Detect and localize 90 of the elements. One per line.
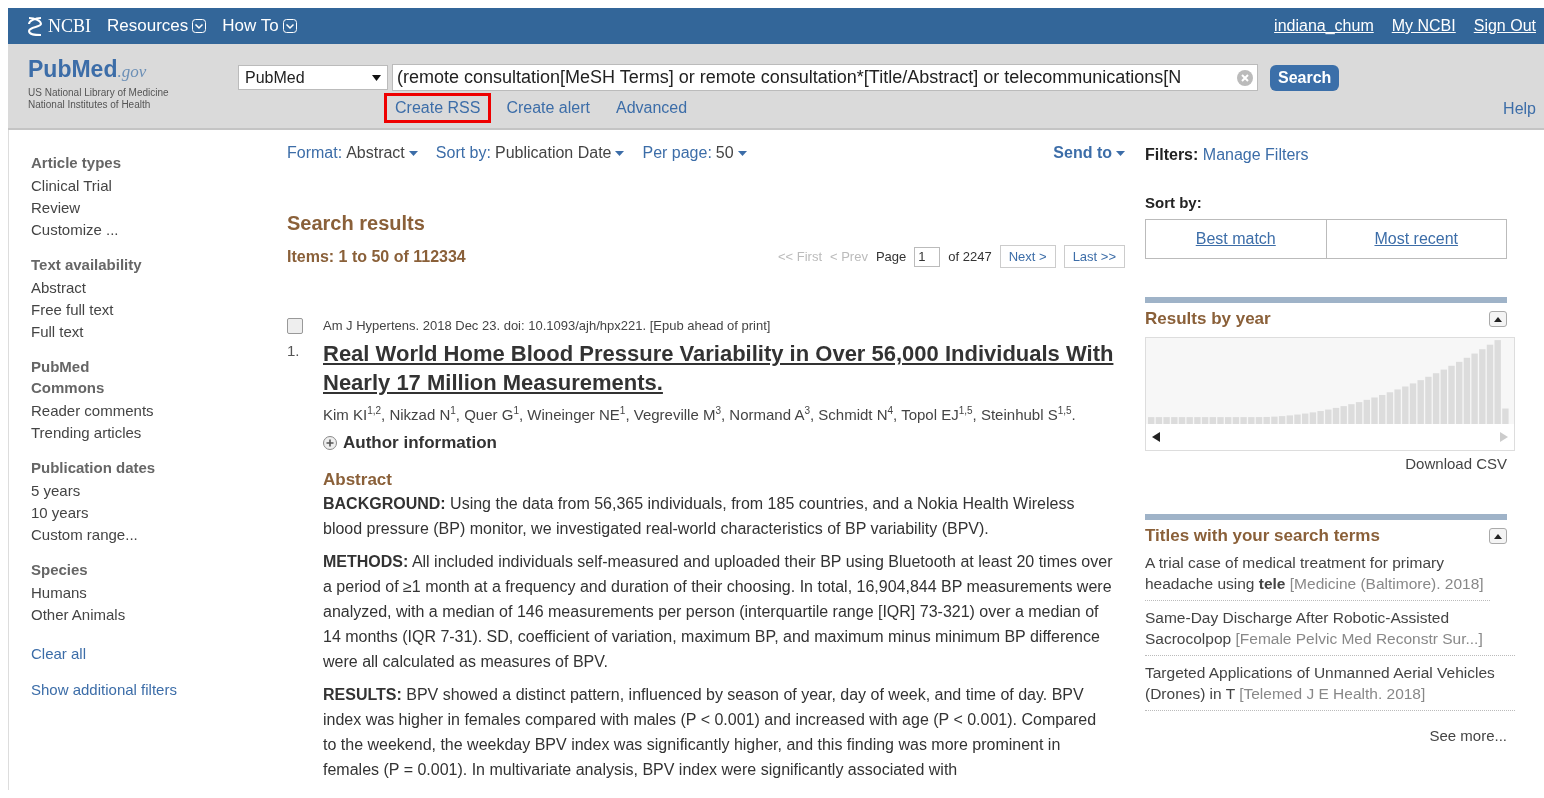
header-link[interactable]: Create alert <box>495 93 601 123</box>
filter-link[interactable]: Show additional filters <box>31 681 265 698</box>
abstract-paragraph: BACKGROUND: Using the data from 56,365 individuals, from 185 countries, and a Nokia Health Wireless blood pressure (BP) monitor, we investigated real-world characteristics of BP variability (BPV). <box>323 494 1076 539</box>
user-link[interactable]: indiana_chum <box>1274 17 1374 35</box>
author-link[interactable]: Nikzad N <box>389 406 451 423</box>
filter-item[interactable]: Customize ... <box>31 219 265 241</box>
abstract-paragraph: RESULTS: BPV showed a distinct pattern, influenced by season of year, day of week, and time of day. BPV index was higher in females compared with males (P < 0.001) and increased with age (P < 0.001). Compared to the weekend, the weekday BPV index was significantly higher, and this finding was more prominent in females (P = 0.001). In multivariate analysis, BPV index were significantly associated with <box>323 685 1098 780</box>
related-article-link[interactable]: Targeted Applications of Unmanned Aerial Vehicles (Drones) in T [Telemed J E Health. 2018] <box>1145 656 1515 711</box>
filter-group-title: Article types <box>31 153 123 173</box>
abstract-heading: Abstract <box>323 470 393 490</box>
filter-link[interactable]: Clear all <box>31 645 265 662</box>
help-link[interactable]: Help <box>1503 100 1536 118</box>
journal-link[interactable]: Am J Hypertens. <box>323 318 420 333</box>
filter-group-title: PubMed Commons <box>31 357 106 398</box>
header-link[interactable]: Advanced <box>604 93 699 123</box>
display-option[interactable]: Format: Abstract <box>287 144 418 162</box>
filter-item[interactable]: Free full text <box>31 299 265 321</box>
last-page-button[interactable]: Last >> <box>1063 245 1125 268</box>
filter-item[interactable]: 5 years <box>31 480 265 502</box>
collapse-button[interactable] <box>1489 528 1507 544</box>
filter-item[interactable]: Reader comments <box>31 400 265 422</box>
caret-icon <box>615 150 625 156</box>
dropdown-icon <box>282 19 297 33</box>
filter-item[interactable]: Humans <box>31 582 265 604</box>
database-select[interactable]: PubMed <box>238 65 388 90</box>
related-article-link[interactable]: Same-Day Discharge After Robotic-Assisted Sacrocolpop [Female Pelvic Med Reconstr Sur...] <box>1145 601 1515 656</box>
author-link[interactable]: Schmidt N <box>818 406 888 423</box>
search-field[interactable]: (remote consultation[MeSH Terms] or remote consultation*[Title/Abstract] or telecommunications[N <box>392 64 1258 91</box>
abstract-paragraph: METHODS: All included individuals self-measured and uploaded their BP using Bluetooth at least 20 times over a period of ≥1 month at a frequency and duration of their choosing. In total, 16,904,844 BP measurements were analyzed, with a median of 146 measurements per person (interquartile range [IQR] 73-321) over a median of 14 months (IQR 7-31). SD, coefficient of variation, maximum BP, and maximum minus minimum BP difference were all calculated as measures of BPV. <box>323 552 1113 672</box>
filter-item[interactable]: Abstract <box>31 277 265 299</box>
article-title-link[interactable]: Real World Home Blood Pressure Variability in Over 56,000 Individuals With Nearly 17 Million Measurements. <box>323 339 1123 397</box>
filter-item[interactable]: Trending articles <box>31 422 265 444</box>
author-link[interactable]: Kim KI <box>323 406 368 423</box>
filter-group-title: Publication dates <box>31 458 156 478</box>
page-label: Page <box>875 249 907 264</box>
author-link[interactable]: Steinhubl S <box>980 406 1058 423</box>
filter-group-title: Species <box>31 560 89 580</box>
sort-button[interactable]: Most recent <box>1326 219 1507 259</box>
citation: Am J Hypertens. 2018 Dec 23. doi: 10.1093/ajh/hpx221. [Epub ahead of print] <box>323 318 772 333</box>
filters-label: Filters: <box>1145 146 1199 163</box>
search-button[interactable]: Search <box>1270 64 1340 91</box>
sort-button[interactable]: Best match <box>1145 219 1327 259</box>
ncbi-logo[interactable]: NCBI <box>26 15 91 37</box>
see-more-link[interactable]: See more... <box>1145 727 1507 744</box>
result-checkbox[interactable] <box>287 318 303 334</box>
author-link[interactable]: Quer G <box>464 406 514 423</box>
panel-title: Titles with your search terms <box>1145 526 1380 546</box>
nav-menu[interactable]: How To <box>222 16 297 36</box>
filter-item[interactable]: Review <box>31 197 265 219</box>
dropdown-icon <box>192 19 207 33</box>
plus-icon <box>323 436 337 450</box>
caret-icon <box>737 150 747 156</box>
page-field[interactable]: 1 <box>914 246 941 267</box>
sort-label: Sort by: <box>1145 194 1203 211</box>
triangle-icon <box>1494 316 1502 322</box>
author-link[interactable]: Wineinger NE <box>527 406 620 423</box>
triangle-icon <box>1494 533 1502 539</box>
caret-icon <box>372 74 381 81</box>
panel-title: Results by year <box>1145 309 1271 329</box>
pubmed-logo[interactable]: PubMed.gov <box>28 56 238 83</box>
filter-item[interactable]: Full text <box>31 321 265 343</box>
author-link[interactable]: Vegreville M <box>633 406 716 423</box>
page-total: of 2247 <box>948 249 992 264</box>
user-link[interactable]: My NCBI <box>1391 17 1456 35</box>
manage-filters-link[interactable]: Manage Filters <box>1202 146 1309 163</box>
results-title: Search results <box>287 212 426 235</box>
display-option[interactable]: Sort by: Publication Date <box>435 144 625 162</box>
author-information-toggle[interactable]: Author information <box>323 433 1135 453</box>
result-number: 1. <box>287 342 300 359</box>
filter-item[interactable]: Custom range... <box>31 524 265 546</box>
send-to-menu[interactable]: Send to <box>1053 144 1125 162</box>
download-csv-link[interactable]: Download CSV <box>1145 455 1507 472</box>
next-page-button[interactable]: Next > <box>999 245 1056 268</box>
user-link[interactable]: Sign Out <box>1473 17 1536 35</box>
author-list: Kim KI$^{1,2}$, Nikzad N$^{1}$, Quer G$^{1}$, Wineinger NE$^{1}$, Vegreville M$^{3}$, Normand A$^{3}$, Schmidt N$^{4}$, Topol EJ$^{1,5}$, Steinhubl S$^{1,5}$. <box>323 405 1135 423</box>
results-count: Items: 1 to 50 of 112334 <box>287 247 466 266</box>
filter-group-title: Text availability <box>31 255 143 275</box>
filter-item[interactable]: Other Animals <box>31 604 265 626</box>
collapse-button[interactable] <box>1489 311 1507 327</box>
author-link[interactable]: Normand A <box>729 406 805 423</box>
organization-name: US National Library of Medicine National Institutes of Health <box>28 87 170 111</box>
display-option[interactable]: Per page: 50 <box>642 144 747 162</box>
related-article-link[interactable]: A trial case of medical treatment for primary headache using tele [Medicine (Baltimore). 2018] <box>1145 546 1490 601</box>
filter-item[interactable]: Clinical Trial <box>31 175 265 197</box>
header-link[interactable]: Create RSS <box>384 93 492 123</box>
nav-menu[interactable]: Resources <box>107 16 207 36</box>
caret-icon <box>408 150 418 156</box>
author-link[interactable]: Topol EJ <box>901 406 959 423</box>
filter-item[interactable]: 10 years <box>31 502 265 524</box>
caret-icon <box>1116 150 1125 156</box>
